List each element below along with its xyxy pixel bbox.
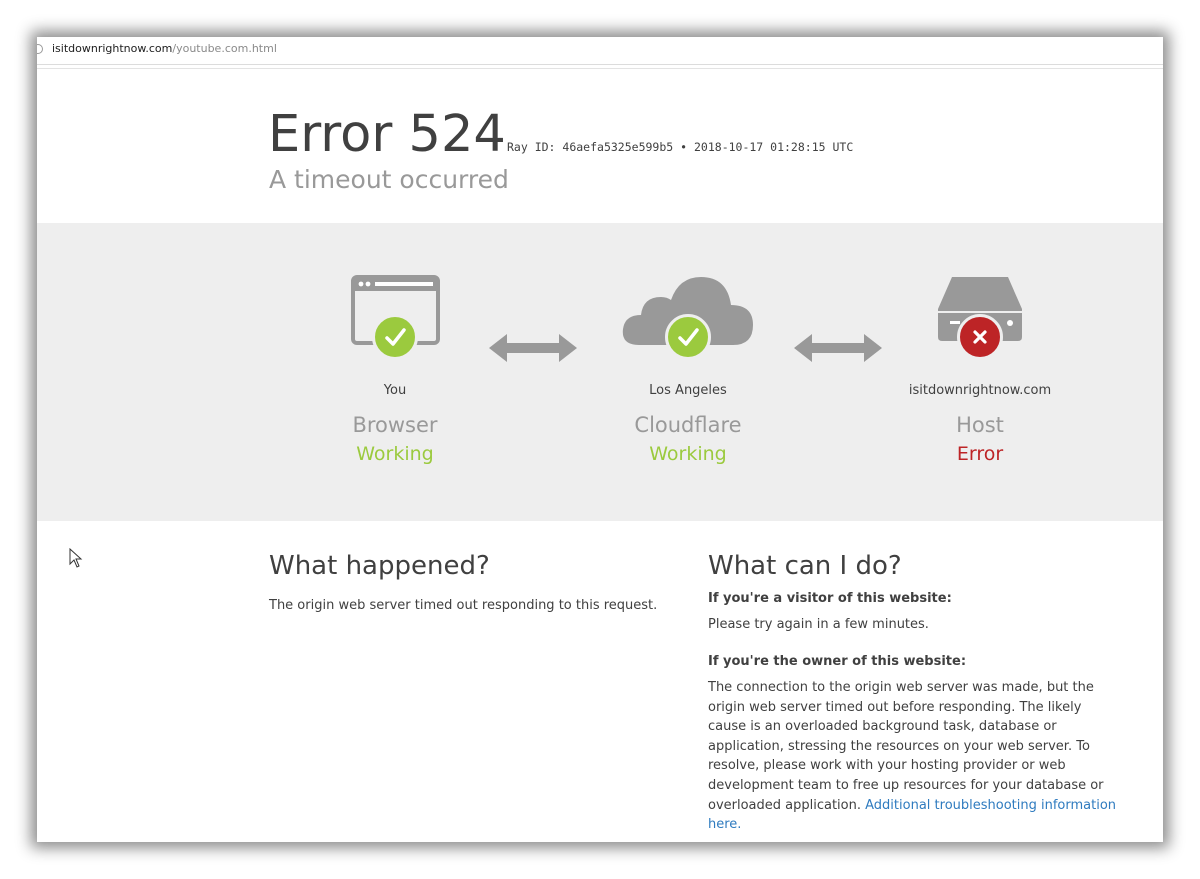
ray-label: Ray ID: [507,140,556,154]
owner-body-text: The connection to the origin web server … [708,680,1104,813]
visitor-body: Please try again in a few minutes. [708,617,929,632]
what-happened-body: The origin web server timed out respondi… [269,598,658,613]
double-arrow-icon [794,332,882,368]
reload-icon[interactable] [37,44,43,54]
node-status: Error [956,443,1004,465]
ray-id-line: Ray ID: 46aefa5325e599b5 • 2018-10-17 01… [507,140,853,154]
node-kind: Browser [352,413,438,437]
owner-heading: If you're the owner of this website: [708,654,967,669]
node-location: Los Angeles [649,383,727,398]
node-location: You [383,383,407,398]
ray-id: 46aefa5325e599b5 [562,140,674,154]
node-status: Working [356,443,434,465]
browser-window: isitdownrightnow.com/youtube.com.html Er… [37,37,1163,842]
url-path: /youtube.com.html [172,42,277,55]
double-arrow-icon [489,332,577,368]
error-subtitle: A timeout occurred [269,165,509,194]
error-code: Error 524 [268,105,506,164]
explanation-section: What happened? The origin web server tim… [37,521,1163,842]
check-icon [372,314,418,360]
node-kind: Cloudflare [634,413,742,437]
what-can-i-do-heading: What can I do? [708,551,902,581]
what-happened-heading: What happened? [269,551,490,581]
status-diagram: You Browser Working Los Angeles Cloudfla… [37,223,1163,708]
url-host: isitdownrightnow.com [52,42,173,55]
error-header: Error 524 Ray ID: 46aefa5325e599b5 • 201… [37,69,1163,222]
node-status: Working [649,443,727,465]
address-bar[interactable]: isitdownrightnow.com/youtube.com.html [37,37,1163,65]
cross-icon [957,314,1003,360]
timestamp: 2018-10-17 01:28:15 UTC [694,140,854,154]
node-kind: Host [956,413,1004,437]
mouse-cursor-icon [69,547,83,572]
url-text[interactable]: isitdownrightnow.com/youtube.com.html [52,42,277,55]
owner-body: The connection to the origin web server … [708,678,1118,835]
check-icon [665,314,711,360]
visitor-heading: If you're a visitor of this website: [708,591,952,606]
node-location: isitdownrightnow.com [908,383,1052,398]
ray-bullet: • [680,140,688,154]
